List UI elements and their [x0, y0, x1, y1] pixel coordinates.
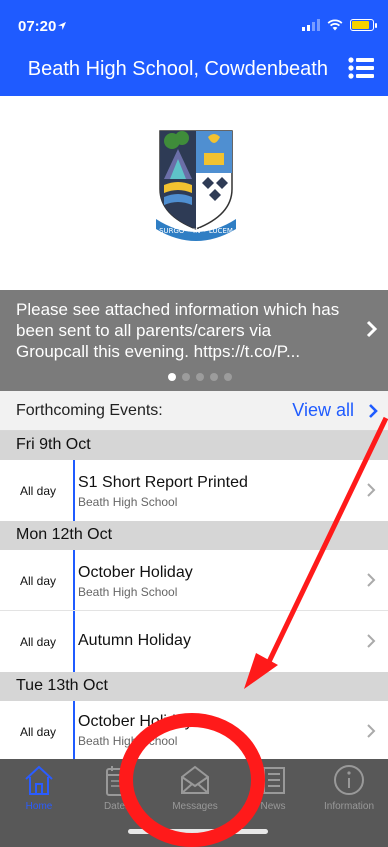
view-all-link[interactable]: View all	[292, 400, 354, 421]
tab-news[interactable]: News	[234, 763, 312, 819]
announcement-banner[interactable]: Please see attached information which ha…	[0, 290, 388, 391]
list-menu-icon[interactable]	[348, 56, 374, 80]
chevron-right-icon	[367, 483, 376, 497]
date-header: Tue 13th Oct	[0, 672, 388, 701]
event-divider	[73, 550, 75, 611]
tab-messages[interactable]: Messages	[156, 763, 234, 819]
event-row[interactable]: All day October Holiday Beath High Schoo…	[0, 550, 388, 611]
wifi-icon	[327, 19, 343, 31]
event-location: Beath High School	[78, 585, 178, 599]
page-dot[interactable]	[224, 373, 232, 381]
battery-icon	[350, 19, 377, 31]
event-title: October Holiday	[78, 713, 193, 730]
date-label: Tue 13th Oct	[16, 677, 108, 694]
crest-motto: SURGO • IN • LUCEM	[159, 227, 233, 235]
envelope-icon	[181, 765, 209, 794]
page-dot[interactable]	[182, 373, 190, 381]
date-label: Fri 9th Oct	[16, 436, 91, 453]
chevron-right-icon	[367, 634, 376, 648]
info-icon	[334, 765, 364, 795]
page-title: Beath High School, Cowdenbeath	[27, 58, 328, 80]
tab-bar: Home Dates Messages News Information	[0, 759, 388, 847]
date-header: Fri 9th Oct	[0, 431, 388, 460]
event-time: All day	[20, 574, 57, 588]
event-divider	[73, 611, 75, 672]
tab-home[interactable]: Home	[0, 763, 78, 819]
date-header: Mon 12th Oct	[0, 521, 388, 550]
app-header: 07:20 Beath High School, Cowdenbeath	[0, 0, 388, 96]
tab-label: Information	[323, 801, 375, 812]
event-title: S1 Short Report Printed	[78, 474, 248, 491]
tab-dates[interactable]: Dates	[78, 763, 156, 819]
page-dot[interactable]	[210, 373, 218, 381]
school-crest-logo: SURGO • IN • LUCEM	[156, 130, 236, 241]
event-location: Beath High School	[78, 495, 178, 509]
tab-label: Messages	[172, 801, 218, 812]
event-title: October Holiday	[78, 564, 193, 581]
chevron-right-icon[interactable]	[368, 403, 380, 419]
event-time: All day	[20, 725, 57, 739]
event-row[interactable]: All day October Holiday Beath High Schoo…	[0, 701, 388, 759]
event-title: Autumn Holiday	[78, 632, 191, 649]
page-dot[interactable]	[168, 373, 176, 381]
event-location: Beath High School	[78, 734, 178, 748]
page-indicator[interactable]	[168, 373, 232, 381]
location-arrow-icon	[58, 22, 66, 30]
events-title: Forthcoming Events:	[16, 402, 163, 419]
event-time: All day	[20, 484, 57, 498]
event-row[interactable]: All day S1 Short Report Printed Beath Hi…	[0, 460, 388, 521]
tab-label: Dates	[103, 801, 131, 812]
home-indicator	[128, 829, 268, 834]
events-header: Forthcoming Events: View all	[0, 391, 388, 431]
event-divider	[73, 701, 75, 759]
tab-information[interactable]: Information	[310, 763, 388, 819]
date-label: Mon 12th Oct	[16, 526, 113, 543]
status-icons	[302, 18, 377, 32]
event-divider	[73, 460, 75, 521]
home-icon	[25, 765, 53, 795]
chevron-right-icon	[367, 724, 376, 738]
event-time: All day	[20, 635, 57, 649]
status-time: 07:20	[18, 18, 57, 35]
page-dot[interactable]	[196, 373, 204, 381]
newspaper-icon	[259, 767, 285, 794]
announcement-text: Please see attached information which ha…	[16, 300, 340, 361]
tab-label: Home	[25, 801, 53, 812]
chevron-right-icon[interactable]	[366, 320, 378, 338]
tab-label: News	[260, 801, 286, 812]
event-row[interactable]: All day Autumn Holiday	[0, 611, 388, 672]
signal-icon	[302, 19, 320, 31]
chevron-right-icon	[367, 573, 376, 587]
calendar-icon	[106, 766, 128, 796]
